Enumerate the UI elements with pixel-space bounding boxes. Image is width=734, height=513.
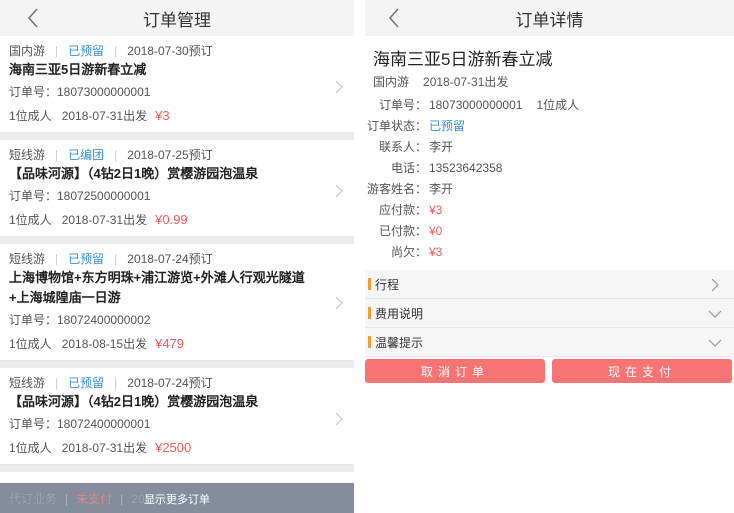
order-card[interactable]: 短线游 | 已预留 | 2018-07-24预订 【品味河源】（4钻2日1晚）赏樱游园泡… [0, 368, 354, 465]
depart-date: 2018-07-31出发 [423, 75, 509, 89]
order-status: 已预留 [68, 44, 105, 58]
order-number: 订单号：18072500000001 [9, 189, 151, 203]
order-price: ¥3 [155, 108, 170, 123]
depart-date: 2018-08-15出发 [61, 337, 148, 351]
list-divider [0, 361, 354, 368]
order-detail-screen: 订单详情 海南三亚5日游新春立减 国内游 2018-07-31出发 订单号： 180… [365, 0, 734, 513]
people-count: 1位成人 [9, 109, 52, 123]
order-card[interactable]: 国内游 | 已预留 | 2018-07-30预订 海南三亚5日游新春立减 订单号：180… [0, 36, 354, 133]
order-list-screen: 订单管理 国内游 | 已预留 | 2018-07-30预订 海南三亚5日游新春立减 订单… [0, 0, 354, 513]
chevron-right-icon [335, 184, 343, 198]
order-status: 已预留 [68, 376, 105, 390]
order-category: 短线游 [9, 252, 46, 266]
product-name: 【品味河源】（4钻2日1晚）赏樱游园泡温泉 [9, 394, 259, 409]
page-title: 订单管理 [143, 10, 211, 30]
owed-row: 尚欠： ¥3 [390, 244, 443, 260]
order-category: 短线游 [9, 376, 46, 390]
order-card[interactable]: 短线游 | 已预留 | 2018-07-24预订 上海博物馆+东方明珠+浦江游览+外滩人… [0, 244, 354, 361]
order-status-row: 订单状态： 已预留 [366, 119, 466, 133]
list-divider [0, 465, 354, 472]
list-divider [0, 133, 354, 140]
page-title: 订单详情 [515, 10, 584, 30]
order-status: 已预留 [68, 252, 105, 266]
order-card[interactable]: 短线游 | 已编团 | 2018-07-25预订 【品味河源】（4钻2日1晚）赏樱游园泡… [0, 140, 354, 237]
section-tips[interactable]: 温馨提示 [365, 328, 734, 357]
show-more-bar[interactable]: 代订业务 | 未支付 | 2018 显示更多订单 [0, 483, 354, 513]
product-name: 海南三亚5日游新春立减 [9, 62, 147, 77]
booked-date: 2018-07-25预订 [127, 148, 213, 162]
order-info: 订单号： 18073000000001 1位成人 订单状态： 已预留 联系人： 李开 电… [365, 90, 734, 262]
product-name: 【品味河源】（4钻2日1晚）赏樱游园泡温泉 [9, 166, 259, 181]
show-more-orders-button[interactable]: 显示更多订单 [0, 491, 354, 507]
chevron-right-icon [335, 296, 343, 310]
order-number: 订单号：18072400000001 [9, 417, 151, 431]
section-itinerary[interactable]: 行程 [365, 270, 734, 299]
order-price: ¥0.99 [155, 212, 188, 227]
paid-row: 已付款： ¥0 [378, 223, 443, 239]
back-arrow-icon[interactable] [22, 6, 46, 30]
list-divider [0, 237, 354, 244]
chevron-right-icon [711, 278, 719, 292]
people-count: 1位成人 [9, 441, 52, 455]
order-number-row: 订单号： 18073000000001 1位成人 [378, 97, 580, 113]
depart-date: 2018-07-31出发 [61, 213, 148, 227]
order-number: 订单号：18072400000002 [9, 313, 151, 327]
order-status: 已编团 [68, 148, 105, 162]
list-header: 订单管理 [0, 0, 354, 36]
people-count: 1位成人 [9, 213, 52, 227]
action-bar: 取消订单 现在支付 [365, 357, 734, 383]
product-category: 国内游 [373, 75, 410, 89]
guest-row: 游客姓名： 李开 [366, 182, 454, 196]
cancel-order-button[interactable]: 取消订单 [365, 359, 545, 383]
booked-date: 2018-07-24预订 [127, 252, 213, 266]
chevron-right-icon [335, 80, 343, 94]
product-name: 上海博物馆+东方明珠+浦江游览+外滩人行观光隧道+上海城隍庙一日游 [9, 270, 305, 305]
booked-date: 2018-07-30预订 [127, 44, 213, 58]
order-category: 国内游 [9, 44, 46, 58]
phone-row: 电话： 13523642358 [390, 160, 503, 176]
pay-now-button[interactable]: 现在支付 [552, 359, 732, 383]
booked-date: 2018-07-24预订 [127, 376, 213, 390]
order-price: ¥2500 [155, 440, 192, 455]
order-category: 短线游 [9, 148, 46, 162]
chevron-right-icon [335, 412, 343, 426]
back-arrow-icon[interactable] [383, 6, 407, 30]
product-name: 海南三亚5日游新春立减 [373, 50, 553, 69]
chevron-down-icon [708, 339, 722, 347]
payable-row: 应付款： ¥3 [378, 202, 443, 218]
depart-date: 2018-07-31出发 [61, 441, 148, 455]
detail-header: 订单详情 [365, 0, 734, 36]
order-price: ¥479 [155, 336, 185, 351]
chevron-down-icon [708, 310, 722, 318]
depart-date: 2018-07-31出发 [61, 109, 148, 123]
people-count: 1位成人 [9, 337, 52, 351]
contact-row: 联系人： 李开 [378, 140, 454, 154]
order-number: 订单号：18073000000001 [9, 85, 151, 99]
section-fee-description[interactable]: 费用说明 [365, 299, 734, 328]
